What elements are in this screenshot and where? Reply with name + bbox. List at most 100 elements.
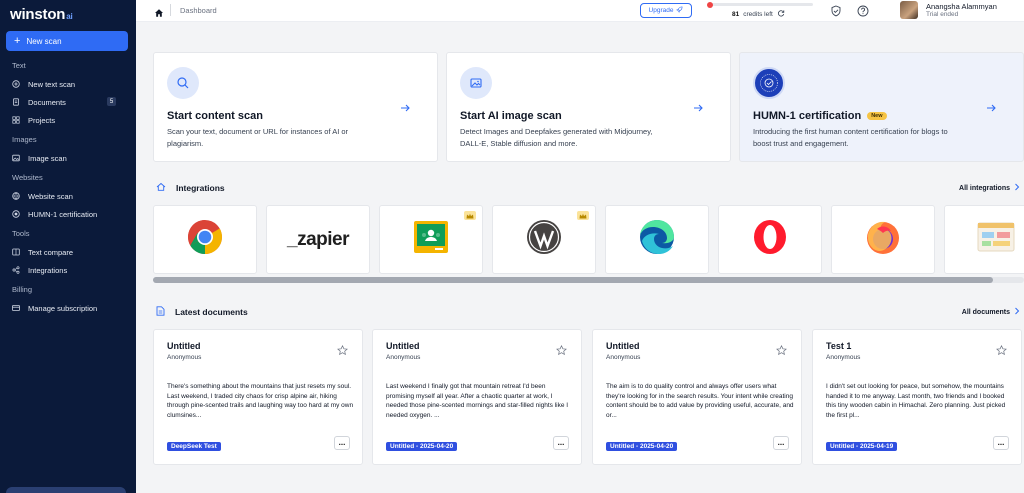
integration-opera[interactable]	[718, 205, 822, 274]
plus-icon: +	[14, 34, 21, 47]
compare-icon	[12, 248, 20, 256]
google-classroom-icon	[413, 220, 449, 259]
credit-card-icon	[12, 304, 20, 312]
documents-count-badge: 5	[107, 97, 116, 106]
sidebar-item-label: HUMN-1 certification	[28, 209, 98, 219]
chevron-right-icon	[1014, 183, 1020, 193]
integrations-header: Integrations	[156, 182, 225, 194]
upgrade-button[interactable]: Upgrade	[640, 3, 692, 18]
logo[interactable]: winston ai	[10, 6, 130, 23]
credits-value: 81	[732, 10, 740, 18]
breadcrumb-divider	[170, 4, 171, 16]
breadcrumb[interactable]: Dashboard	[180, 6, 217, 15]
more-options-button[interactable]: ...	[773, 436, 789, 450]
card-description: Introducing the first human content cert…	[753, 127, 948, 148]
arrow-right-icon[interactable]	[399, 101, 411, 113]
scrollbar-thumb[interactable]	[153, 277, 993, 283]
home-icon	[156, 182, 166, 194]
zapier-logo-icon: _zapier	[287, 228, 349, 250]
document-preview-text: I didn't set out looking for peace, but …	[826, 383, 1006, 419]
document-tag[interactable]: Untitled - 2025-04-20	[386, 442, 458, 451]
opera-icon	[752, 219, 788, 260]
all-documents-link[interactable]: All documents	[962, 307, 1020, 317]
integration-zapier[interactable]: _zapier	[266, 205, 370, 274]
document-card[interactable]: Untitled Anonymous The aim is to do qual…	[592, 329, 802, 465]
sidebar-item-label: Documents	[28, 97, 66, 107]
integration-firefox[interactable]	[831, 205, 935, 274]
sidebar-item-label: Integrations	[28, 265, 68, 275]
sidebar-item-label: Text compare	[28, 247, 74, 257]
more-options-button[interactable]: ...	[553, 436, 569, 450]
document-tag[interactable]: Untitled - 2025-04-19	[826, 442, 898, 451]
sidebar-item-text-compare[interactable]: Text compare	[6, 243, 130, 261]
integration-wordpress[interactable]	[492, 205, 596, 274]
document-card[interactable]: Untitled Anonymous Last weekend I finall…	[372, 329, 582, 465]
upgrade-label: Upgrade	[648, 7, 674, 14]
document-preview-text: Last weekend I finally got that mountain…	[386, 383, 569, 419]
certificate-icon	[12, 210, 20, 218]
arrow-right-icon[interactable]	[985, 101, 997, 113]
home-icon[interactable]	[154, 5, 164, 17]
start-content-scan-card[interactable]: Start content scan Scan your text, docum…	[153, 52, 438, 162]
integrations-carousel[interactable]: _zapier	[153, 205, 1024, 274]
document-title: Untitled	[167, 341, 201, 351]
document-author: Anonymous	[167, 354, 202, 361]
document-author: Anonymous	[606, 354, 641, 361]
refresh-icon[interactable]	[777, 9, 785, 19]
document-tag[interactable]: Untitled - 2025-04-20	[606, 442, 678, 451]
document-author: Anonymous	[826, 354, 861, 361]
user-plan-status: Trial ended	[926, 11, 959, 18]
document-title: Test 1	[826, 341, 852, 351]
star-icon[interactable]	[337, 343, 348, 356]
sidebar-item-website-scan[interactable]: Website scan	[6, 187, 130, 205]
document-card[interactable]: Test 1 Anonymous I didn't set out lookin…	[812, 329, 1022, 465]
section-title-billing: Billing	[12, 285, 33, 294]
sidebar-item-projects[interactable]: Projects	[6, 111, 130, 129]
new-scan-label: New scan	[26, 36, 62, 46]
document-preview-text: There's something about the mountains th…	[167, 383, 354, 419]
sidebar-item-manage-subscription[interactable]: Manage subscription	[6, 299, 130, 317]
document-preview-text: The aim is to do quality control and alw…	[606, 383, 794, 419]
integrations-scrollbar[interactable]	[153, 277, 1024, 283]
sidebar-item-integrations[interactable]: Integrations	[6, 261, 130, 279]
link-label: All documents	[961, 308, 1010, 316]
sidebar-item-label: Projects	[28, 115, 56, 125]
search-icon	[167, 67, 199, 99]
link-label: All integrations	[959, 184, 1010, 192]
sidebar-item-label: New text scan	[28, 79, 76, 89]
sidebar-item-new-text-scan[interactable]: New text scan	[6, 75, 130, 93]
avatar[interactable]	[900, 1, 918, 19]
chevron-right-icon	[1014, 307, 1020, 317]
card-title: HUMN-1 certification New	[753, 110, 887, 122]
sidebar-item-humn-certification[interactable]: HUMN-1 certification	[6, 205, 130, 223]
section-title: Latest documents	[175, 307, 248, 317]
integration-chrome[interactable]	[153, 205, 257, 274]
all-integrations-link[interactable]: All integrations	[959, 183, 1020, 193]
star-icon[interactable]	[776, 343, 787, 356]
integration-edge[interactable]	[605, 205, 709, 274]
new-scan-button[interactable]: + New scan	[6, 31, 128, 51]
more-options-button[interactable]: ...	[993, 436, 1009, 450]
globe-icon	[12, 192, 20, 200]
sidebar-item-image-scan[interactable]: Image scan	[6, 149, 130, 167]
document-card[interactable]: Untitled Anonymous There's something abo…	[153, 329, 363, 465]
integration-google-classroom[interactable]	[379, 205, 483, 274]
document-icon	[12, 98, 20, 106]
logo-suffix: ai	[66, 12, 73, 21]
help-icon[interactable]	[857, 4, 869, 17]
sidebar-item-label: Manage subscription	[28, 303, 98, 313]
star-icon[interactable]	[556, 343, 567, 356]
sidebar-item-documents[interactable]: Documents 5	[6, 93, 130, 111]
card-description: Detect Images and Deepfakes generated wi…	[460, 127, 653, 148]
arrow-right-icon[interactable]	[692, 101, 704, 113]
document-tag[interactable]: DeepSeek Test	[167, 442, 221, 451]
start-ai-image-scan-card[interactable]: Start AI image scan Detect Images and De…	[446, 52, 731, 162]
sidebar-bottom-panel[interactable]	[6, 487, 126, 493]
credits-progress-bar	[709, 3, 813, 6]
shield-check-icon[interactable]	[830, 4, 842, 17]
more-options-button[interactable]: ...	[334, 436, 350, 450]
star-icon[interactable]	[996, 343, 1007, 356]
integration-web-app[interactable]	[944, 205, 1024, 274]
user-name[interactable]: Anangsha Alammyan	[926, 2, 997, 11]
humn-certification-card[interactable]: HUMN-1 certification New Introducing the…	[739, 52, 1024, 162]
